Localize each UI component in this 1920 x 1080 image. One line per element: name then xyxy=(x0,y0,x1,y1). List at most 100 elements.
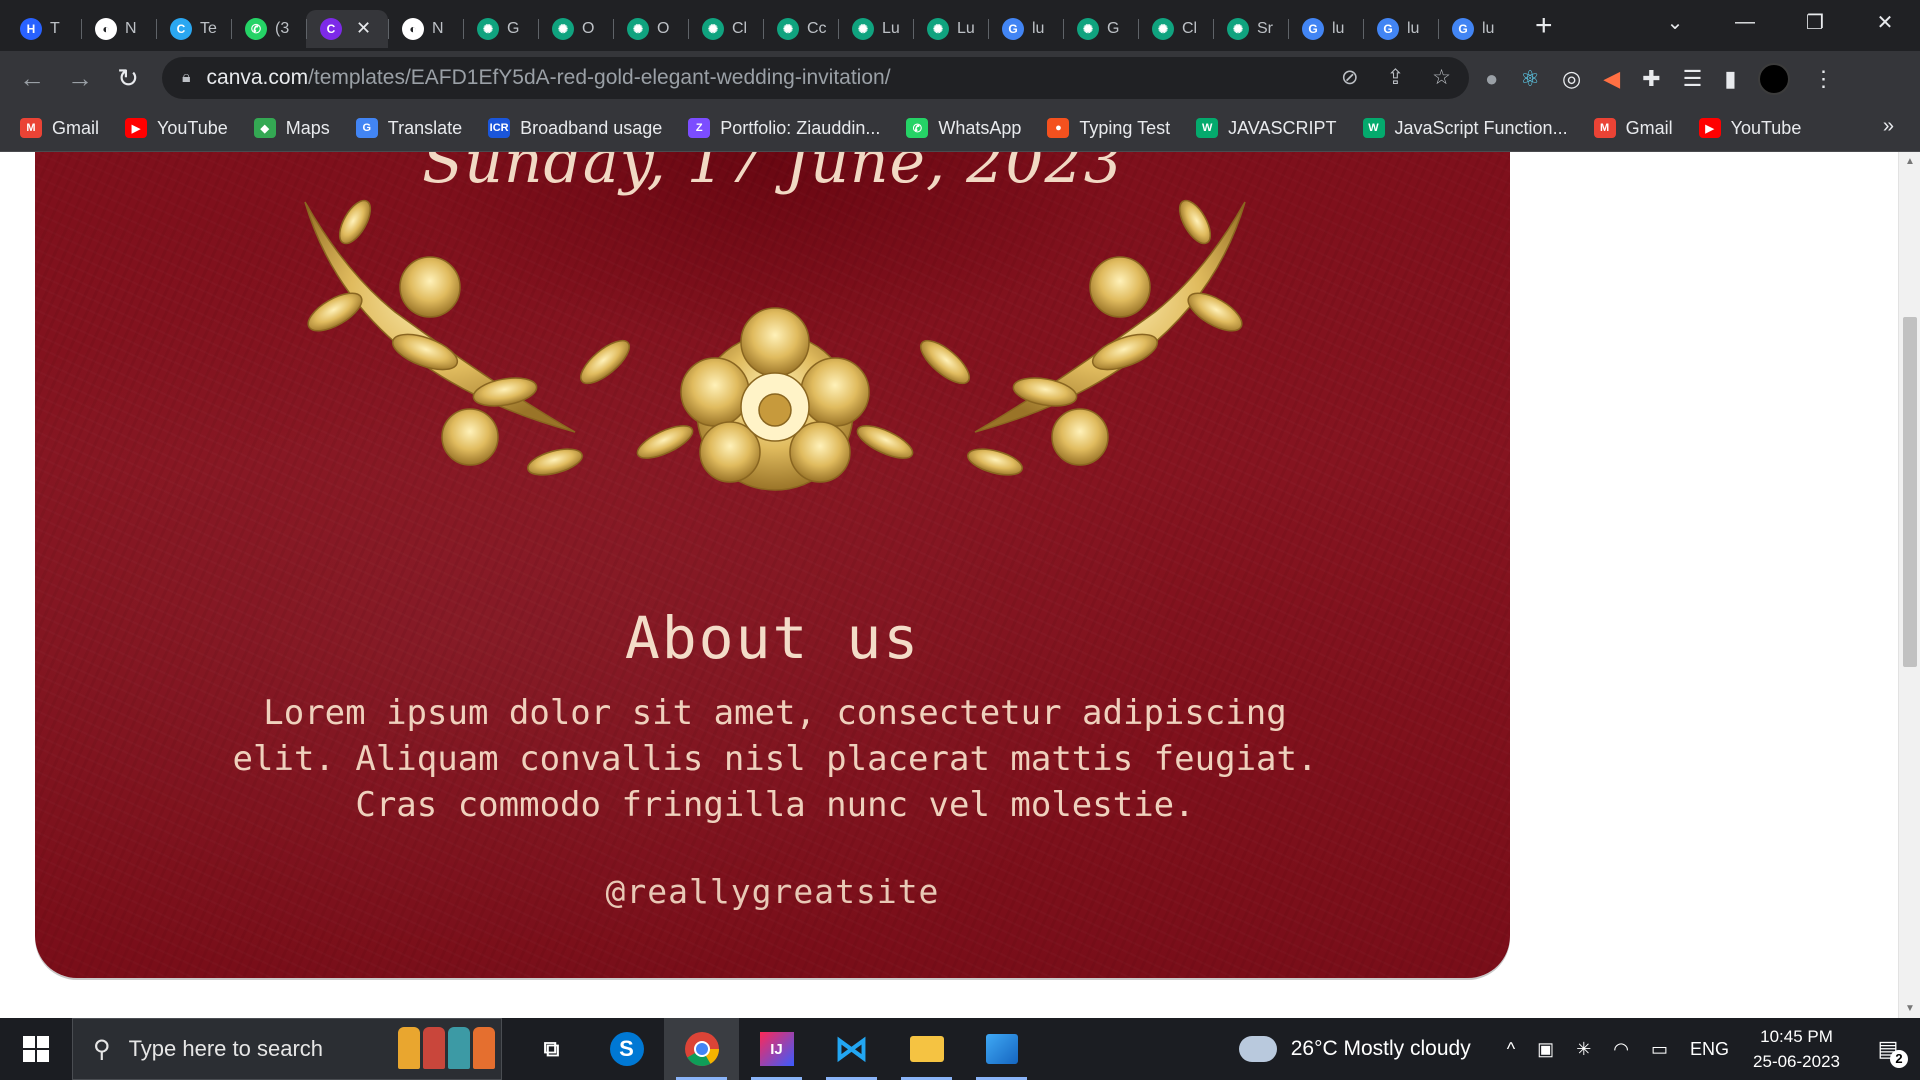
tab-title: G xyxy=(507,19,520,37)
gmail-icon: M xyxy=(1593,118,1616,138)
browser-tab[interactable]: Glu xyxy=(988,10,1063,48)
browser-tab[interactable]: ✺ G xyxy=(1063,10,1138,48)
reload-button[interactable]: ↻ xyxy=(104,63,152,94)
browser-tab[interactable]: ✺ O xyxy=(613,10,688,48)
browser-tab[interactable]: ◐ N xyxy=(388,10,463,48)
bookmark-item[interactable]: Z Portfolio: Ziauddin... xyxy=(688,118,880,139)
language-indicator[interactable]: ENG xyxy=(1690,1039,1729,1060)
restore-button[interactable]: ❐ xyxy=(1780,10,1850,35)
bookmark-star-icon[interactable]: ☆ xyxy=(1432,65,1451,90)
youtube-icon: ▶ xyxy=(125,118,148,138)
more-bookmarks-chevron[interactable]: » xyxy=(1883,115,1894,138)
browser-tab[interactable]: ◐ N xyxy=(81,10,156,48)
google-icon: G xyxy=(1002,17,1024,40)
task-view-button[interactable]: ⧉ xyxy=(514,1018,589,1080)
tab-search-icon[interactable]: ⌄ xyxy=(1640,10,1710,35)
meet-now-icon[interactable]: ▣ xyxy=(1537,1039,1554,1060)
side-panel-icon[interactable]: ▮ xyxy=(1724,66,1736,92)
menu-kebab-icon[interactable]: ⋮ xyxy=(1812,66,1834,92)
bookmark-item[interactable]: ▶ YouTube xyxy=(125,118,228,139)
clock-time: 10:45 PM xyxy=(1760,1027,1833,1046)
weather-widget[interactable]: 26°C Mostly cloudy xyxy=(1238,1028,1471,1062)
photos-icon xyxy=(985,1034,1018,1064)
browser-tab[interactable]: ✺ Cl xyxy=(1138,10,1213,48)
address-bar[interactable]: 🔒︎ canva.com/templates/EAFD1EfY5dA-red-g… xyxy=(162,57,1469,99)
page-scrollbar[interactable]: ▲ ▼ xyxy=(1898,152,1920,1018)
windows-taskbar: ⚲ Type here to search ⧉ S IJ ⋈ 26°C Most… xyxy=(0,1018,1920,1080)
close-window-button[interactable]: ✕ xyxy=(1850,10,1920,35)
browser-tab[interactable]: ✺ Cc xyxy=(763,10,838,48)
scroll-up-arrow[interactable]: ▲ xyxy=(1899,156,1920,167)
bookmark-item[interactable]: M Gmail xyxy=(1593,118,1673,139)
browser-tab[interactable]: ✺ O xyxy=(538,10,613,48)
extension-icon[interactable]: ● xyxy=(1485,66,1498,92)
intellij-button[interactable]: IJ xyxy=(739,1018,814,1080)
start-button[interactable] xyxy=(0,1018,72,1080)
browser-tab[interactable]: ✺ Lu xyxy=(913,10,988,48)
clock-date: 25-06-2023 xyxy=(1753,1052,1840,1071)
scroll-down-arrow[interactable]: ▼ xyxy=(1899,1003,1920,1014)
bookmark-item[interactable]: ICR Broadband usage xyxy=(488,118,662,139)
minimize-button[interactable]: — xyxy=(1710,11,1780,34)
extension-circle-icon[interactable]: ◎ xyxy=(1562,66,1581,92)
file-explorer-button[interactable] xyxy=(889,1018,964,1080)
browser-tab[interactable]: ✺ Sr xyxy=(1213,10,1288,48)
browser-tab[interactable]: Glu xyxy=(1363,10,1438,48)
w3schools-icon: W xyxy=(1196,118,1219,138)
browser-tab[interactable]: Glu xyxy=(1288,10,1363,48)
bookmark-label: Maps xyxy=(285,117,330,138)
browser-tab[interactable]: ✆ (3 xyxy=(231,10,306,48)
vscode-button[interactable]: ⋈ xyxy=(814,1018,889,1080)
battery-icon[interactable]: ▭ xyxy=(1651,1039,1668,1060)
search-highlight-image xyxy=(398,1027,495,1069)
chrome-button[interactable] xyxy=(664,1018,739,1080)
show-hidden-icons-chevron[interactable]: ^ xyxy=(1507,1039,1515,1060)
bookmark-item[interactable]: ◆ Maps xyxy=(253,117,330,139)
tab-title: O xyxy=(657,19,670,37)
install-app-icon[interactable]: ⊘ xyxy=(1341,65,1359,90)
new-tab-button[interactable]: + xyxy=(1535,9,1553,43)
tab-title: Cl xyxy=(732,19,748,37)
bookmark-item[interactable]: G Translate xyxy=(355,118,462,139)
browser-tab[interactable]: ✺ Lu xyxy=(838,10,913,48)
whatsapp-icon: ✆ xyxy=(906,118,929,138)
bookmark-item[interactable]: W JAVASCRIPT xyxy=(1196,118,1337,139)
bookmark-item[interactable]: M Gmail xyxy=(20,118,99,139)
forward-button[interactable]: → xyxy=(56,63,104,94)
back-button[interactable]: ← xyxy=(8,63,56,94)
skype-button[interactable]: S xyxy=(589,1018,664,1080)
browser-tab[interactable]: HT xyxy=(6,10,81,48)
profile-avatar[interactable] xyxy=(1758,63,1791,95)
close-tab-icon[interactable]: ✕ xyxy=(356,18,371,39)
bookmark-item[interactable]: ✆ WhatsApp xyxy=(906,118,1021,139)
browser-tab[interactable]: ✺ G xyxy=(463,10,538,48)
photos-button[interactable] xyxy=(964,1018,1039,1080)
share-icon[interactable]: ⇪ xyxy=(1387,65,1405,90)
reading-list-icon[interactable]: ☰ xyxy=(1683,66,1703,92)
tab-title: Lu xyxy=(882,19,900,37)
slack-icon[interactable]: ✳ xyxy=(1576,1039,1591,1060)
notification-center-button[interactable]: ▤ 2 xyxy=(1866,1036,1910,1068)
extensions-puzzle-icon[interactable]: ✚ xyxy=(1642,66,1660,92)
about-us-body: Lorem ipsum dolor sit amet, consectetur … xyxy=(232,693,1318,825)
skype-icon: S xyxy=(609,1032,644,1066)
browser-tab[interactable]: Glu xyxy=(1438,10,1513,48)
bookmark-item[interactable]: ● Typing Test xyxy=(1047,118,1170,139)
clock[interactable]: 10:45 PM 25-06-2023 xyxy=(1753,1024,1840,1074)
scrollbar-thumb[interactable] xyxy=(1903,317,1917,667)
extension-speaker-icon[interactable]: ◀ xyxy=(1603,66,1620,92)
bookmark-item[interactable]: W JavaScript Function... xyxy=(1362,118,1568,139)
browser-tab[interactable]: C ✕ xyxy=(306,9,388,48)
browser-tab[interactable]: ✺ Cl xyxy=(688,10,763,48)
wifi-icon[interactable]: ◠ xyxy=(1613,1039,1629,1060)
taskbar-search[interactable]: ⚲ Type here to search xyxy=(72,1018,502,1080)
bookmark-item[interactable]: ▶ YouTube xyxy=(1698,118,1801,139)
tab-title: T xyxy=(50,19,60,37)
task-view-icon: ⧉ xyxy=(543,1036,560,1061)
browser-tab[interactable]: C Te xyxy=(156,10,231,48)
tab-title: lu xyxy=(1407,19,1420,37)
lock-icon[interactable]: 🔒︎ xyxy=(182,69,191,87)
url-path: /templates/EAFD1EfY5dA-red-gold-elegant-… xyxy=(308,66,891,89)
tab-title: G xyxy=(1107,19,1120,37)
react-devtools-icon[interactable]: ⚛ xyxy=(1520,66,1540,92)
